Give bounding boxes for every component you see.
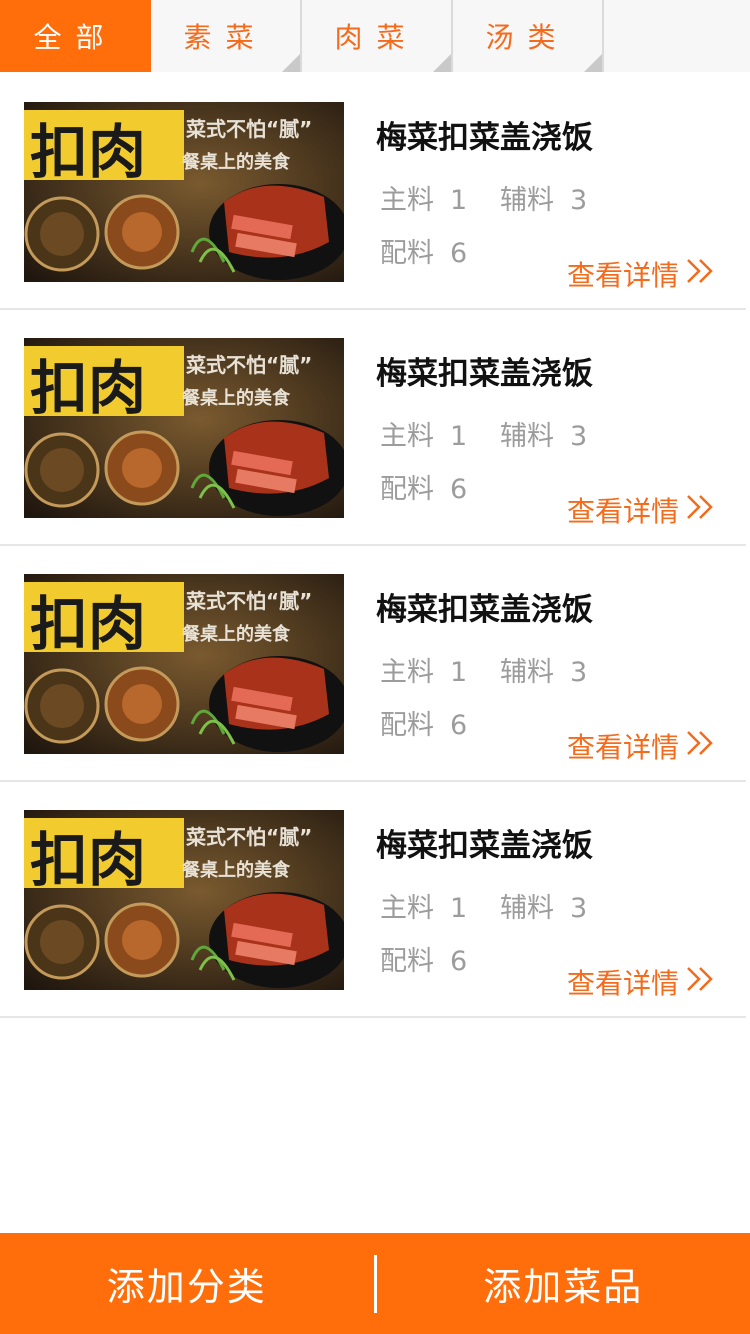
main-ingredient-label: 主料: [380, 185, 434, 216]
main-ingredient-label: 主料: [380, 657, 434, 688]
main-ingredient-count: 1: [450, 185, 468, 216]
main-ingredient: 主料 1: [380, 414, 467, 453]
main-ingredient-label: 主料: [380, 893, 434, 924]
list-item[interactable]: 扣肉 菜式不怕“腻” 餐桌上的美食 梅菜扣菜盖浇饭 主料 1 辅料 3 配料 6 查看…: [0, 782, 746, 1018]
dish-title: 梅菜扣菜盖浇饭: [376, 356, 593, 392]
double-chevron-right-icon: [685, 966, 717, 999]
aux-ingredient-count: 3: [570, 421, 588, 452]
side-ingredient-count: 6: [450, 238, 468, 269]
tab-all[interactable]: 全部: [0, 0, 151, 72]
list-item[interactable]: 扣肉 菜式不怕“腻” 餐桌上的美食 梅菜扣菜盖浇饭 主料 1 辅料 3 配料 6 查看…: [0, 546, 746, 782]
side-ingredient-label: 配料: [380, 946, 434, 977]
dish-image: 扣肉 菜式不怕“腻” 餐桌上的美食: [24, 810, 344, 990]
view-details-link[interactable]: 查看详情: [567, 962, 717, 1002]
side-ingredient: 配料 6: [380, 939, 467, 978]
aux-ingredient-count: 3: [570, 893, 588, 924]
view-details-label: 查看详情: [567, 259, 680, 292]
view-details-label: 查看详情: [567, 967, 680, 1000]
tab-corner: [282, 54, 300, 72]
tab-empty[interactable]: [604, 0, 750, 72]
side-ingredient-label: 配料: [380, 238, 434, 269]
side-ingredient-label: 配料: [380, 710, 434, 741]
svg-text:餐桌上的美食: 餐桌上的美食: [181, 623, 291, 645]
view-details-link[interactable]: 查看详情: [567, 726, 717, 766]
aux-ingredient-label: 辅料: [500, 657, 554, 688]
view-details-label: 查看详情: [567, 731, 680, 764]
svg-text:菜式不怕“腻”: 菜式不怕“腻”: [185, 117, 312, 141]
tab-label: 全部: [33, 21, 118, 54]
double-chevron-right-icon: [685, 730, 717, 763]
view-details-link[interactable]: 查看详情: [567, 490, 717, 530]
tab-vegetable[interactable]: 素菜: [151, 0, 302, 72]
double-chevron-right-icon: [685, 494, 717, 527]
dish-image: 扣肉 菜式不怕“腻” 餐桌上的美食: [24, 102, 344, 282]
view-details-label: 查看详情: [567, 495, 680, 528]
dish-list: 扣肉 菜式不怕“腻” 餐桌上的美食 梅菜扣菜盖浇饭 主料 1 辅料 3 配料 6 查看…: [0, 74, 750, 1018]
svg-text:扣肉: 扣肉: [30, 590, 146, 658]
side-ingredient-label: 配料: [380, 474, 434, 505]
aux-ingredient-label: 辅料: [500, 185, 554, 216]
tab-corner: [433, 54, 451, 72]
svg-text:菜式不怕“腻”: 菜式不怕“腻”: [185, 353, 312, 377]
aux-ingredient-label: 辅料: [500, 893, 554, 924]
aux-ingredient: 辅料 3: [500, 414, 587, 453]
add-category-button[interactable]: 添加分类: [0, 1233, 374, 1334]
side-ingredient: 配料 6: [380, 467, 467, 506]
side-ingredient-count: 6: [450, 474, 468, 505]
category-tabs: 全部 素菜 肉菜 汤类: [0, 0, 750, 72]
svg-text:扣肉: 扣肉: [30, 354, 146, 422]
main-ingredient-count: 1: [450, 893, 468, 924]
dish-image: 扣肉 菜式不怕“腻” 餐桌上的美食: [24, 574, 344, 754]
add-dish-button[interactable]: 添加菜品: [377, 1233, 750, 1334]
tab-label: 肉菜: [334, 21, 419, 54]
tab-meat[interactable]: 肉菜: [302, 0, 453, 72]
tab-label: 素菜: [183, 21, 268, 54]
view-details-link[interactable]: 查看详情: [567, 254, 717, 294]
main-ingredient-label: 主料: [380, 421, 434, 452]
svg-text:扣肉: 扣肉: [30, 826, 146, 894]
main-ingredient: 主料 1: [380, 650, 467, 689]
svg-text:餐桌上的美食: 餐桌上的美食: [181, 859, 291, 881]
main-ingredient: 主料 1: [380, 178, 467, 217]
aux-ingredient-count: 3: [570, 185, 588, 216]
aux-ingredient: 辅料 3: [500, 178, 587, 217]
dish-image: 扣肉 菜式不怕“腻” 餐桌上的美食: [24, 338, 344, 518]
side-ingredient-count: 6: [450, 946, 468, 977]
bottom-action-bar: 添加分类 添加菜品: [0, 1233, 750, 1334]
dish-title: 梅菜扣菜盖浇饭: [376, 120, 593, 156]
svg-text:扣肉: 扣肉: [30, 118, 146, 186]
tab-soup[interactable]: 汤类: [453, 0, 604, 72]
aux-ingredient: 辅料 3: [500, 886, 587, 925]
dish-title: 梅菜扣菜盖浇饭: [376, 828, 593, 864]
list-item[interactable]: 扣肉 菜式不怕“腻” 餐桌上的美食 梅菜扣菜盖浇饭 主料 1 辅料 3 配料 6 查看…: [0, 74, 746, 310]
main-ingredient: 主料 1: [380, 886, 467, 925]
svg-text:餐桌上的美食: 餐桌上的美食: [181, 151, 291, 173]
aux-ingredient: 辅料 3: [500, 650, 587, 689]
side-ingredient: 配料 6: [380, 231, 467, 270]
svg-text:菜式不怕“腻”: 菜式不怕“腻”: [185, 825, 312, 849]
main-ingredient-count: 1: [450, 657, 468, 688]
aux-ingredient-count: 3: [570, 657, 588, 688]
aux-ingredient-label: 辅料: [500, 421, 554, 452]
main-ingredient-count: 1: [450, 421, 468, 452]
double-chevron-right-icon: [685, 258, 717, 291]
tab-label: 汤类: [485, 21, 570, 54]
svg-text:餐桌上的美食: 餐桌上的美食: [181, 387, 291, 409]
side-ingredient: 配料 6: [380, 703, 467, 742]
tab-corner: [584, 54, 602, 72]
dish-title: 梅菜扣菜盖浇饭: [376, 592, 593, 628]
list-item[interactable]: 扣肉 菜式不怕“腻” 餐桌上的美食 梅菜扣菜盖浇饭 主料 1 辅料 3 配料 6 查看…: [0, 310, 746, 546]
side-ingredient-count: 6: [450, 710, 468, 741]
svg-text:菜式不怕“腻”: 菜式不怕“腻”: [185, 589, 312, 613]
